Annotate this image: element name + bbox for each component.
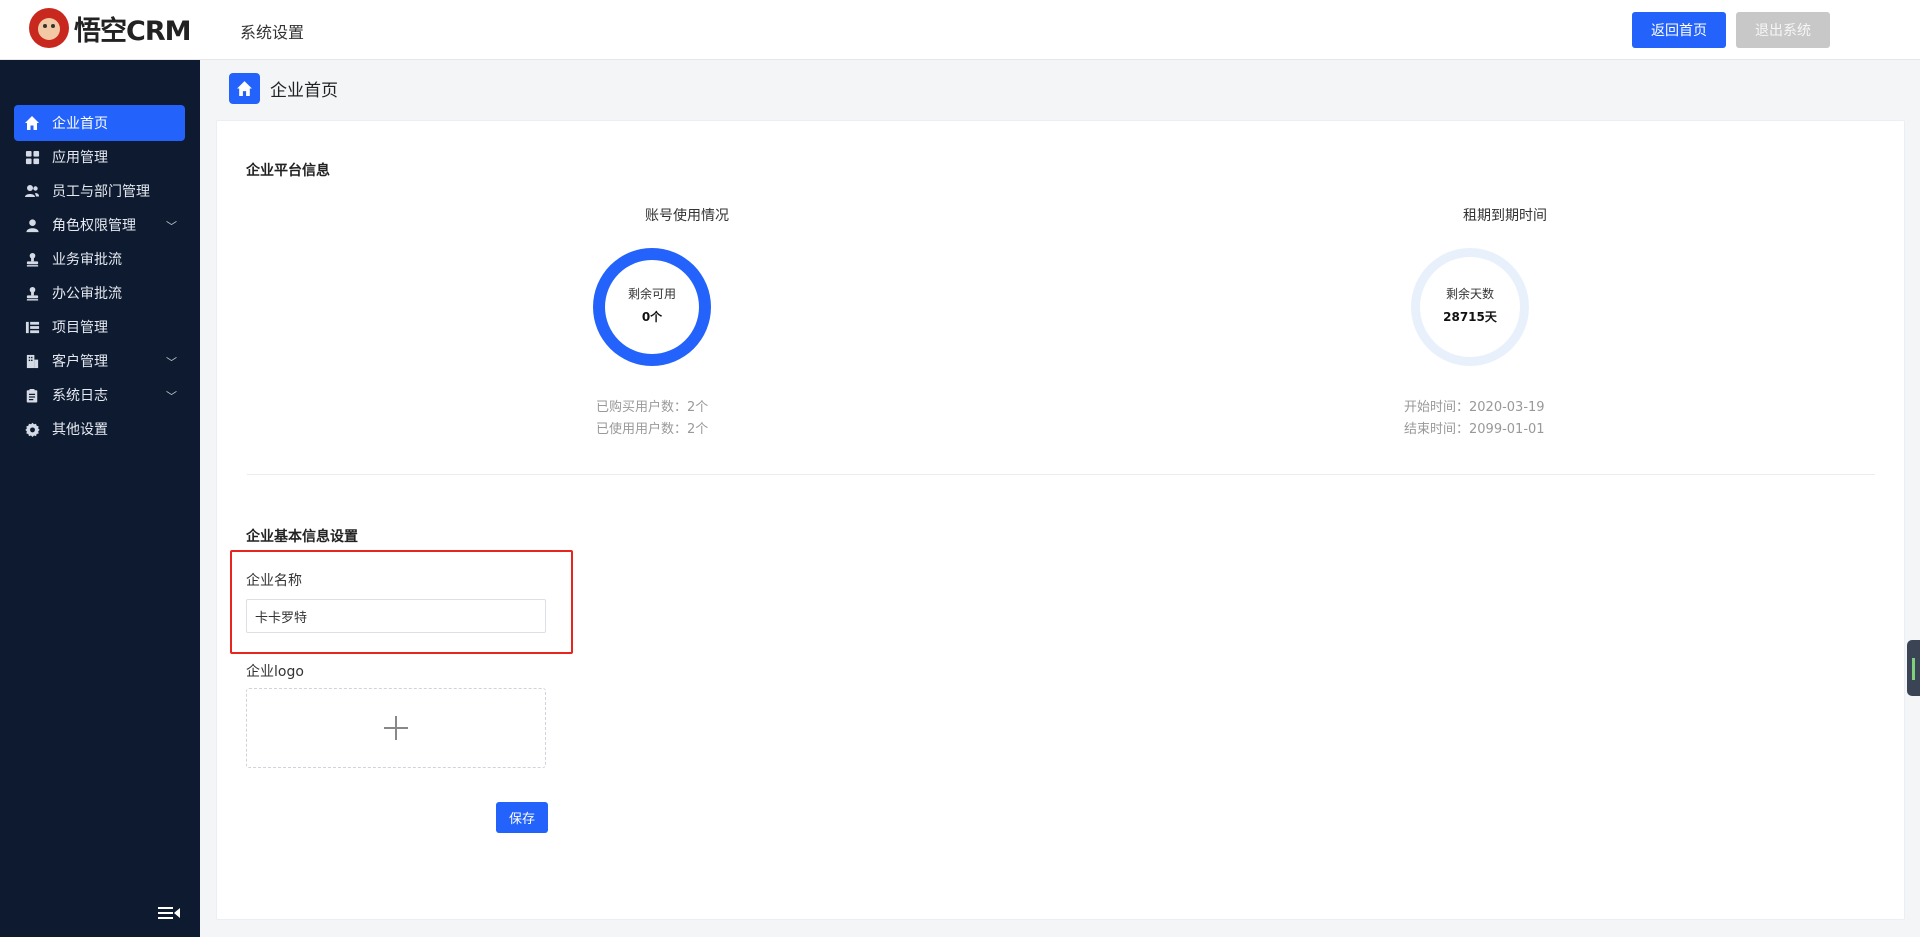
sidebar-item-role-permissions[interactable]: 角色权限管理 ﹀ — [14, 207, 185, 243]
company-logo-label: 企业logo — [246, 664, 304, 680]
company-name-label: 企业名称 — [246, 573, 302, 589]
stamp-icon — [24, 285, 40, 301]
gear-icon — [24, 421, 40, 437]
home-icon — [24, 115, 40, 131]
purchased-users-text: 已购买用户数：2个 — [596, 400, 709, 415]
side-widget-handle[interactable] — [1907, 640, 1920, 696]
sidebar-item-label: 员工与部门管理 — [52, 184, 150, 200]
used-users-text: 已使用用户数：2个 — [596, 422, 709, 437]
lease-expiry-title: 租期到期时间 — [1463, 208, 1547, 224]
accounts-usage-ring — [593, 248, 711, 366]
sidebar-item-label: 系统日志 — [52, 388, 108, 404]
menu-collapse-icon[interactable] — [157, 904, 181, 922]
sidebar-item-label: 业务审批流 — [52, 252, 122, 268]
sidebar-item-business-approval[interactable]: 业务审批流 — [14, 241, 185, 277]
sidebar-item-label: 角色权限管理 — [52, 218, 136, 234]
company-name-input[interactable] — [246, 599, 546, 633]
sidebar-item-label: 其他设置 — [52, 422, 108, 438]
accounts-usage-title: 账号使用情况 — [645, 208, 729, 224]
user-icon — [24, 217, 40, 233]
sidebar-item-company-home[interactable]: 企业首页 — [14, 105, 185, 141]
lease-end-text: 结束时间：2099-01-01 — [1404, 422, 1545, 437]
grid-icon — [24, 149, 40, 165]
chevron-down-icon: ﹀ — [166, 220, 177, 233]
users-icon — [24, 183, 40, 199]
clipboard-icon — [24, 387, 40, 403]
sidebar-item-customer-management[interactable]: 客户管理 ﹀ — [14, 343, 185, 379]
logout-button[interactable]: 退出系统 — [1736, 12, 1830, 48]
lease-start-text: 开始时间：2020-03-19 — [1404, 400, 1545, 415]
sidebar-item-label: 办公审批流 — [52, 286, 122, 302]
chevron-down-icon: ﹀ — [166, 356, 177, 369]
accounts-ring-value: 0个 — [641, 310, 663, 324]
stamp-icon — [24, 251, 40, 267]
logo-upload-area[interactable] — [246, 688, 546, 768]
monkey-logo-icon — [29, 8, 69, 48]
sidebar: 企业首页 应用管理 员工与部门管理 角色权限管理 ﹀ 业务审批流 办公审批流 项… — [0, 60, 200, 937]
accounts-ring-label: 剩余可用 — [627, 287, 676, 301]
chevron-down-icon: ﹀ — [166, 390, 177, 403]
sidebar-item-other-settings[interactable]: 其他设置 — [14, 411, 185, 447]
sidebar-item-app-management[interactable]: 应用管理 — [14, 139, 185, 175]
sidebar-item-label: 应用管理 — [52, 150, 108, 166]
lease-ring-label: 剩余天数 — [1445, 287, 1494, 301]
platform-info-title: 企业平台信息 — [246, 163, 330, 179]
sidebar-item-label: 企业首页 — [52, 116, 108, 132]
header-title: 系统设置 — [240, 23, 305, 42]
top-header: 悟空CRM 系统设置 返回首页 退出系统 — [0, 0, 1920, 60]
lease-days-ring — [1411, 248, 1529, 366]
plus-icon — [384, 716, 408, 740]
logo-text: 悟空CRM — [74, 15, 191, 47]
sidebar-item-staff-departments[interactable]: 员工与部门管理 — [14, 173, 185, 209]
back-home-button[interactable]: 返回首页 — [1632, 12, 1726, 48]
main-panel: 企业平台信息 账号使用情况 剩余可用 0个 已购买用户数：2个 已使用用户数：2… — [216, 120, 1905, 920]
sidebar-item-system-log[interactable]: 系统日志 ﹀ — [14, 377, 185, 413]
page-header: 企业首页 — [229, 73, 338, 104]
save-button[interactable]: 保存 — [496, 802, 548, 833]
section-divider — [247, 474, 1875, 475]
basic-info-title: 企业基本信息设置 — [246, 529, 358, 545]
page-title: 企业首页 — [270, 81, 338, 101]
sidebar-item-label: 客户管理 — [52, 354, 108, 370]
sidebar-item-office-approval[interactable]: 办公审批流 — [14, 275, 185, 311]
sidebar-item-project-management[interactable]: 项目管理 — [14, 309, 185, 345]
home-icon — [229, 73, 260, 104]
building-icon — [24, 353, 40, 369]
app-logo[interactable]: 悟空CRM — [29, 8, 191, 48]
list-icon — [24, 319, 40, 335]
lease-ring-value: 28715天 — [1443, 310, 1497, 324]
sidebar-item-label: 项目管理 — [52, 320, 108, 336]
